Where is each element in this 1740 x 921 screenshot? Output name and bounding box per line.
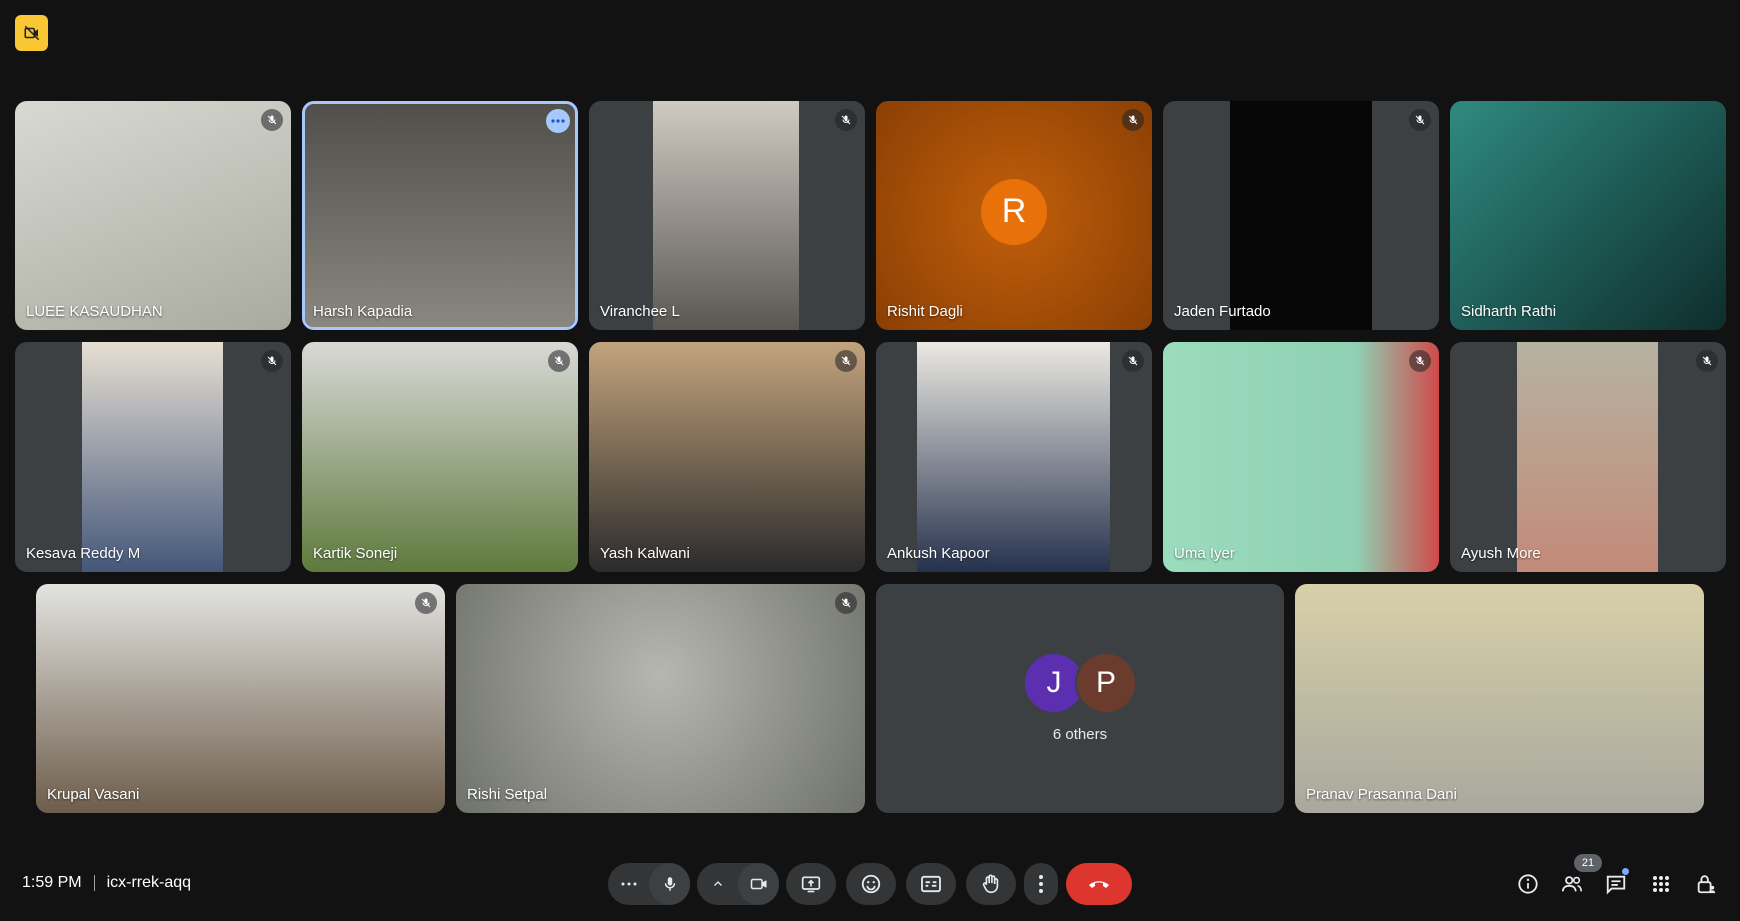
- captions-icon: [921, 875, 941, 893]
- participant-name: Harsh Kapadia: [313, 303, 413, 320]
- participant-avatar: R: [981, 178, 1047, 245]
- video-options-button[interactable]: [697, 863, 738, 905]
- participant-tile[interactable]: Yash Kalwani: [589, 342, 865, 572]
- participant-tile[interactable]: R Rishit Dagli: [876, 101, 1152, 330]
- participant-tile-active[interactable]: Harsh Kapadia: [302, 101, 578, 330]
- mic-muted-icon: [1122, 109, 1144, 131]
- participant-tile[interactable]: LUEE KASAUDHAN: [15, 101, 291, 330]
- participant-video: [589, 342, 865, 572]
- participant-name: Rishi Setpal: [467, 786, 548, 803]
- audio-controls: [608, 863, 690, 905]
- others-count-label: 6 others: [1052, 726, 1108, 743]
- mic-muted-icon: [1409, 109, 1431, 131]
- more-options-button[interactable]: [1024, 863, 1058, 905]
- participant-video: [456, 584, 865, 813]
- participant-video: [1163, 342, 1439, 572]
- end-call-icon: [1089, 881, 1109, 888]
- more-vert-icon: [1039, 875, 1043, 893]
- participant-video: [305, 104, 575, 327]
- more-options-icon[interactable]: [546, 109, 570, 133]
- present-screen-button[interactable]: [786, 863, 836, 905]
- meeting-info: 1:59 PM icx-rrek-aqq: [22, 874, 191, 892]
- participant-name: Krupal Vasani: [47, 786, 140, 803]
- mic-muted-icon: [1122, 350, 1144, 372]
- mic-muted-icon: [548, 350, 570, 372]
- camera-off-badge-icon[interactable]: [15, 15, 48, 51]
- people-icon: [1561, 876, 1582, 892]
- participant-name: Kartik Soneji: [313, 545, 398, 562]
- mic-muted-icon: [835, 592, 857, 614]
- meeting-details-button[interactable]: [1514, 870, 1542, 898]
- participant-video: [15, 101, 291, 330]
- leave-call-button[interactable]: [1066, 863, 1132, 905]
- video-controls: [697, 863, 779, 905]
- participant-name: LUEE KASAUDHAN: [26, 303, 163, 320]
- participant-video: [653, 101, 799, 330]
- participant-tile[interactable]: Viranchee L: [589, 101, 865, 330]
- info-icon: [1518, 874, 1538, 894]
- mic-muted-icon: [261, 109, 283, 131]
- participant-name: Kesava Reddy M: [26, 545, 141, 562]
- avatar: P: [1075, 652, 1137, 714]
- participant-name: Ayush More: [1461, 545, 1541, 562]
- participant-name: Yash Kalwani: [600, 545, 690, 562]
- participant-tile[interactable]: Krupal Vasani: [36, 584, 445, 813]
- others-tile[interactable]: J P 6 others: [876, 584, 1284, 813]
- present-icon: [801, 876, 821, 893]
- emoji-icon: [861, 874, 881, 894]
- meeting-code: icx-rrek-aqq: [106, 874, 192, 891]
- chat-notification-dot: [1622, 868, 1629, 875]
- participant-tile[interactable]: Ayush More: [1450, 342, 1726, 572]
- chevron-up-icon: [713, 881, 722, 886]
- participant-tile[interactable]: Kesava Reddy M: [15, 342, 291, 572]
- participant-tile[interactable]: Ankush Kapoor: [876, 342, 1152, 572]
- participant-video: [1295, 584, 1704, 813]
- participant-video: [302, 342, 578, 572]
- reactions-button[interactable]: [846, 863, 896, 905]
- hand-icon: [982, 874, 999, 894]
- participant-name: Uma Iyer: [1174, 545, 1235, 562]
- camera-icon: [750, 878, 766, 890]
- participant-tile[interactable]: Uma Iyer: [1163, 342, 1439, 572]
- mic-muted-icon: [835, 350, 857, 372]
- participant-name: Pranav Prasanna Dani: [1306, 786, 1457, 803]
- activities-button[interactable]: [1647, 870, 1675, 898]
- mic-muted-icon: [261, 350, 283, 372]
- divider: [93, 875, 95, 891]
- raise-hand-button[interactable]: [966, 863, 1016, 905]
- participant-video: [36, 584, 445, 813]
- people-button[interactable]: [1558, 870, 1586, 898]
- chat-icon: [1606, 875, 1626, 895]
- lock-person-icon: [1697, 875, 1716, 894]
- participant-video: [1450, 101, 1726, 330]
- camera-button[interactable]: [738, 863, 779, 905]
- participant-name: Sidharth Rathi: [1461, 303, 1557, 320]
- apps-grid-icon: [1653, 876, 1669, 892]
- participant-video: [1230, 101, 1372, 330]
- participant-video: [82, 342, 223, 572]
- participant-name: Jaden Furtado: [1174, 303, 1271, 320]
- participant-tile[interactable]: Rishi Setpal: [456, 584, 865, 813]
- microphone-icon: [664, 877, 675, 891]
- host-controls-button[interactable]: [1692, 870, 1720, 898]
- participant-name: Viranchee L: [600, 303, 680, 320]
- microphone-button[interactable]: [649, 863, 690, 905]
- participant-tile[interactable]: Sidharth Rathi: [1450, 101, 1726, 330]
- mic-muted-icon: [1409, 350, 1431, 372]
- participant-tile[interactable]: Pranav Prasanna Dani: [1295, 584, 1704, 813]
- meeting-time: 1:59 PM: [22, 874, 82, 891]
- participant-name: Rishit Dagli: [887, 303, 963, 320]
- mic-muted-icon: [1696, 350, 1718, 372]
- mic-muted-icon: [835, 109, 857, 131]
- participant-video: [917, 342, 1110, 572]
- mic-muted-icon: [415, 592, 437, 614]
- captions-button[interactable]: [906, 863, 956, 905]
- participant-tile[interactable]: Kartik Soneji: [302, 342, 578, 572]
- audio-options-button[interactable]: [608, 863, 649, 905]
- participant-name: Ankush Kapoor: [887, 545, 990, 562]
- participant-video: [1517, 342, 1658, 572]
- participant-tile[interactable]: Jaden Furtado: [1163, 101, 1439, 330]
- participants-count-badge: 21: [1574, 854, 1602, 872]
- others-avatars: J P: [876, 652, 1284, 714]
